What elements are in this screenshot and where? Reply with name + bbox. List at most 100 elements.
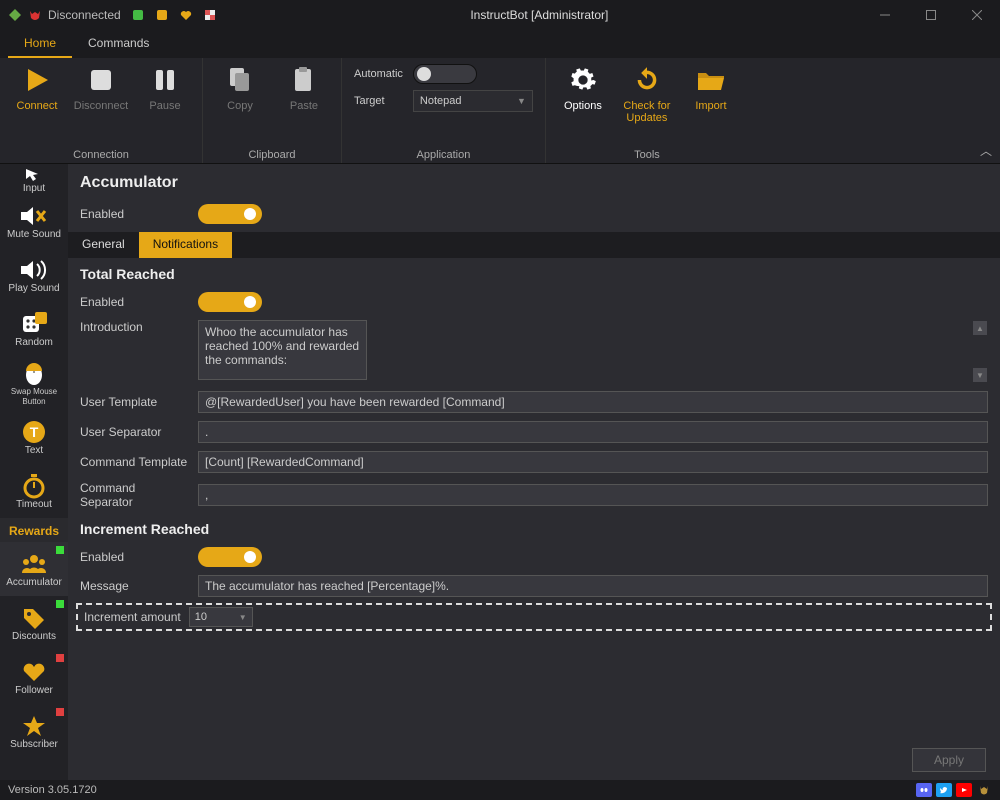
sidebar-item-input[interactable]: Input — [0, 164, 68, 194]
flag-icon[interactable] — [203, 8, 217, 22]
scroll-down-icon[interactable]: ▼ — [973, 368, 987, 382]
app-icon — [8, 8, 22, 22]
scroll-up-icon[interactable]: ▲ — [973, 321, 987, 335]
twitter-icon[interactable] — [936, 783, 952, 797]
sidebar-item-follower[interactable]: Follower — [0, 650, 68, 704]
increment-amount-select[interactable]: 10 ▼ — [189, 607, 253, 627]
sidebar-item-timeout[interactable]: Timeout — [0, 464, 68, 518]
copy-icon — [224, 64, 256, 96]
increment-amount-highlight: Increment amount 10 ▼ — [76, 603, 992, 631]
titlebar: Disconnected InstructBot [Administrator] — [0, 0, 1000, 30]
puzzle-yellow-icon[interactable] — [155, 8, 169, 22]
version-label: Version 3.05.1720 — [8, 784, 97, 796]
automatic-toggle[interactable] — [413, 64, 477, 84]
maximize-button[interactable] — [908, 0, 954, 30]
sidebar-item-swap-mouse[interactable]: Swap Mouse Button — [0, 356, 68, 410]
svg-text:T: T — [30, 424, 39, 440]
accumulator-enabled-toggle[interactable] — [198, 204, 262, 224]
puzzle-green-icon[interactable] — [131, 8, 145, 22]
ribbon-group-label: Clipboard — [248, 147, 295, 161]
user-separator-label: User Separator — [80, 425, 190, 439]
mute-icon — [19, 203, 49, 229]
total-enabled-label: Enabled — [80, 295, 190, 309]
tag-icon — [19, 605, 49, 631]
status-badge — [56, 654, 64, 662]
apply-button[interactable]: Apply — [912, 748, 986, 772]
sidebar-header-rewards[interactable]: Rewards — [0, 518, 68, 542]
ribbon-group-label: Connection — [73, 147, 129, 161]
disconnect-button[interactable]: Disconnect — [76, 64, 126, 112]
introduction-input[interactable] — [198, 320, 367, 380]
increment-enabled-toggle[interactable] — [198, 547, 262, 567]
message-label: Message — [80, 579, 190, 593]
ribbon-group-tools: Options Check for Updates Import Tools — [546, 58, 748, 163]
text-icon: T — [19, 419, 49, 445]
ribbon-collapse-icon[interactable]: ︿ — [980, 142, 992, 159]
enabled-label: Enabled — [80, 207, 190, 221]
target-label: Target — [354, 95, 403, 107]
devil-small-icon[interactable] — [976, 783, 992, 797]
cursor-icon — [19, 164, 49, 183]
status-badge — [56, 708, 64, 716]
close-button[interactable] — [954, 0, 1000, 30]
folder-icon — [695, 64, 727, 96]
page-title: Accumulator — [68, 164, 1000, 200]
main-panel: Accumulator Enabled General Notification… — [68, 164, 1000, 780]
tab-commands[interactable]: Commands — [72, 30, 165, 58]
increment-enabled-label: Enabled — [80, 550, 190, 564]
sidebar-item-random[interactable]: Random — [0, 302, 68, 356]
play-icon — [21, 64, 53, 96]
increment-amount-label: Increment amount — [80, 610, 181, 624]
sidebar-item-discounts[interactable]: Discounts — [0, 596, 68, 650]
mouse-icon — [19, 360, 49, 386]
subtab-general[interactable]: General — [68, 232, 139, 258]
youtube-icon[interactable] — [956, 783, 972, 797]
heart-icon — [19, 659, 49, 685]
user-template-label: User Template — [80, 395, 190, 409]
sidebar-item-mute-sound[interactable]: Mute Sound — [0, 194, 68, 248]
pause-icon — [149, 64, 181, 96]
copy-button[interactable]: Copy — [215, 64, 265, 112]
subtab-notifications[interactable]: Notifications — [139, 232, 232, 258]
total-enabled-toggle[interactable] — [198, 292, 262, 312]
section-increment-reached: Increment Reached — [68, 513, 1000, 543]
sidebar-item-play-sound[interactable]: Play Sound — [0, 248, 68, 302]
connect-button[interactable]: Connect — [12, 64, 62, 112]
ribbon-group-application: Automatic Target Notepad ▼ Application — [342, 58, 546, 163]
ribbon-group-connection: Connect Disconnect Pause Connection — [0, 58, 203, 163]
chevron-down-icon: ▼ — [239, 613, 247, 622]
import-button[interactable]: Import — [686, 64, 736, 112]
status-badge — [56, 600, 64, 608]
introduction-label: Introduction — [80, 320, 190, 334]
pause-button[interactable]: Pause — [140, 64, 190, 112]
devil-icon — [28, 8, 42, 22]
refresh-icon — [631, 64, 663, 96]
minimize-button[interactable] — [862, 0, 908, 30]
sidebar-item-subscriber[interactable]: Subscriber — [0, 704, 68, 758]
stopwatch-icon — [19, 473, 49, 499]
heart-icon[interactable] — [179, 8, 193, 22]
statusbar: Version 3.05.1720 — [0, 780, 1000, 800]
connection-status: Disconnected — [48, 8, 121, 22]
ribbon: Connect Disconnect Pause Connection Copy… — [0, 58, 1000, 164]
tab-home[interactable]: Home — [8, 30, 72, 58]
automatic-label: Automatic — [354, 68, 403, 80]
paste-button[interactable]: Paste — [279, 64, 329, 112]
command-template-input[interactable] — [198, 451, 988, 473]
sound-icon — [19, 257, 49, 283]
sidebar-item-accumulator[interactable]: Accumulator — [0, 542, 68, 596]
command-separator-input[interactable] — [198, 484, 988, 506]
gear-icon — [567, 64, 599, 96]
discord-icon[interactable] — [916, 783, 932, 797]
stop-icon — [85, 64, 117, 96]
sidebar-item-text[interactable]: T Text — [0, 410, 68, 464]
user-separator-input[interactable] — [198, 421, 988, 443]
user-template-input[interactable] — [198, 391, 988, 413]
message-input[interactable] — [198, 575, 988, 597]
command-separator-label: Command Separator — [80, 481, 190, 509]
target-select[interactable]: Notepad ▼ — [413, 90, 533, 112]
people-icon — [19, 551, 49, 577]
options-button[interactable]: Options — [558, 64, 608, 112]
check-updates-button[interactable]: Check for Updates — [622, 64, 672, 124]
sub-tabs: General Notifications — [68, 232, 1000, 258]
